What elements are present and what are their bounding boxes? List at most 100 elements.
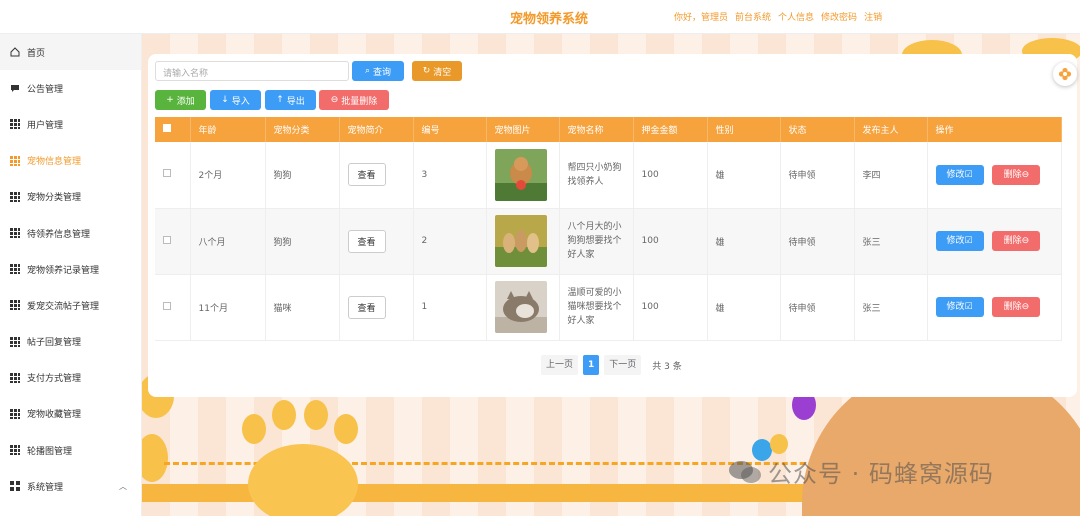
column-header: 状态	[780, 117, 855, 142]
app-title: 宠物领养系统	[510, 12, 589, 27]
paw-decoration	[248, 444, 358, 516]
row-select-cell	[155, 274, 191, 341]
view-button[interactable]: 查看	[347, 295, 386, 319]
actions-cell: 修改☑ 删除⊖	[927, 142, 1062, 209]
minus-circle-icon: ⊖	[1021, 169, 1030, 180]
floating-settings-button[interactable]	[1053, 62, 1077, 86]
select-all-header[interactable]	[155, 117, 191, 142]
view-button[interactable]: 查看	[347, 229, 386, 253]
status-cell: 待申领	[780, 274, 855, 341]
frontend-link[interactable]: 前台系统	[735, 10, 771, 23]
sidebar-item-label: 宠物分类管理	[27, 193, 82, 204]
grid-icon	[10, 119, 20, 130]
edit-icon: ☑	[964, 169, 973, 180]
search-input[interactable]: 请输入名称	[155, 61, 349, 81]
sidebar-item-label: 用户管理	[27, 120, 64, 131]
import-button[interactable]: ↓ 导入	[210, 90, 261, 110]
grid-icon	[10, 155, 20, 166]
next-page-button[interactable]: 下一页	[604, 355, 642, 375]
row-checkbox[interactable]	[163, 235, 171, 244]
delete-label: 删除	[1003, 169, 1022, 180]
profile-link[interactable]: 个人信息	[778, 10, 814, 23]
sidebar-item-users[interactable]: 用户管理	[0, 106, 141, 142]
pet-image[interactable]	[494, 215, 547, 267]
sidebar-item-home[interactable]: 首页	[0, 34, 141, 71]
image-cell	[486, 142, 560, 209]
minus-circle-icon: ⊖	[1021, 236, 1030, 246]
delete-button[interactable]: 删除⊖	[992, 164, 1041, 185]
sidebar-item-post-replies[interactable]: 帖子回复管理	[0, 324, 141, 360]
arrow-up-icon: ↑	[276, 95, 284, 105]
sidebar-item-pet-info[interactable]: 宠物信息管理	[0, 143, 141, 179]
edit-button[interactable]: 修改☑	[935, 231, 984, 251]
add-button[interactable]: + 添加	[155, 90, 206, 110]
logout-link[interactable]: 注销	[864, 10, 882, 23]
grid-icon	[10, 191, 20, 202]
grid-icon	[10, 264, 20, 275]
total-count: 共 3 条	[652, 361, 682, 372]
name-cell: 八个月大的小狗狗想要找个好人家	[559, 208, 634, 275]
select-all-checkbox[interactable]	[163, 124, 171, 132]
pagination: 上一页 1 下一页 共 3 条	[541, 355, 682, 375]
change-password-link[interactable]: 修改密码	[821, 10, 857, 23]
edit-button[interactable]: 修改☑	[935, 297, 984, 317]
delete-button[interactable]: 删除⊖	[992, 297, 1041, 317]
query-button[interactable]: ⌕ 查询	[352, 61, 404, 81]
id-cell: 2	[413, 208, 487, 275]
sidebar-item-label: 公告管理	[27, 84, 64, 95]
category-cell: 狗狗	[265, 142, 340, 209]
page-number-current[interactable]: 1	[583, 355, 600, 375]
sidebar-item-pet-category[interactable]: 宠物分类管理	[0, 179, 141, 215]
grid-icon	[10, 408, 20, 419]
intro-cell: 查看	[339, 142, 414, 209]
column-header: 宠物简介	[339, 117, 414, 142]
image-cell	[486, 274, 560, 341]
sidebar-item-system[interactable]: 系统管理 ︿	[0, 468, 141, 504]
main-panel: 请输入名称 ⌕ 查询 ↻ 清空 + 添加 ↓ 导入 ↑ 导出 ⊖ 批量删除 年龄…	[148, 54, 1077, 397]
clear-button[interactable]: ↻ 清空	[412, 61, 462, 81]
column-header: 操作	[927, 117, 1062, 142]
row-checkbox[interactable]	[163, 169, 171, 178]
view-button[interactable]: 查看	[347, 163, 386, 187]
sidebar-item-pending-adoption[interactable]: 待领养信息管理	[0, 215, 141, 251]
column-header: 宠物名称	[559, 117, 634, 142]
sidebar-item-label: 宠物收藏管理	[27, 410, 82, 421]
edit-label: 修改	[946, 236, 965, 246]
delete-label: 删除	[1003, 302, 1022, 312]
sidebar-item-payment-methods[interactable]: 支付方式管理	[0, 360, 141, 396]
row-checkbox[interactable]	[163, 301, 171, 310]
sidebar-item-notice[interactable]: 公告管理	[0, 70, 141, 106]
column-header: 年龄	[190, 117, 266, 142]
export-button[interactable]: ↑ 导出	[265, 90, 316, 110]
sidebar-item-forum-posts[interactable]: 爱宠交流帖子管理	[0, 287, 141, 323]
actions-cell: 修改☑ 删除⊖	[927, 274, 1062, 341]
sidebar-item-favorites[interactable]: 宠物收藏管理	[0, 396, 141, 432]
intro-cell: 查看	[339, 208, 414, 275]
column-header: 宠物图片	[486, 117, 560, 142]
greeting-text: 你好，管理员	[674, 13, 729, 23]
owner-cell: 张三	[854, 208, 928, 275]
sidebar-item-label: 首页	[27, 48, 46, 59]
pet-image[interactable]	[494, 148, 547, 201]
row-select-cell	[155, 208, 191, 275]
table-row: 2个月 狗狗 查看 3 帮四只小奶狗找领养人 100 雄 待申领 李四 修改☑ …	[155, 142, 1062, 209]
age-cell: 11个月	[190, 274, 266, 341]
grid-icon	[10, 300, 20, 311]
refresh-icon: ↻	[422, 66, 431, 76]
age-cell: 八个月	[190, 208, 266, 275]
sidebar-item-adoption-records[interactable]: 宠物领养记录管理	[0, 251, 141, 287]
sidebar-item-label: 宠物领养记录管理	[27, 265, 100, 276]
prev-page-button[interactable]: 上一页	[541, 355, 579, 375]
intro-cell: 查看	[339, 274, 414, 341]
sidebar-item-label: 支付方式管理	[27, 374, 82, 385]
grid-icon	[10, 336, 20, 347]
batch-delete-button[interactable]: ⊖ 批量删除	[319, 90, 389, 110]
sidebar-item-carousel[interactable]: 轮播图管理	[0, 432, 141, 468]
status-cell: 待申领	[780, 208, 855, 275]
home-icon	[10, 47, 20, 57]
edit-button[interactable]: 修改☑	[935, 164, 984, 185]
minus-circle-icon: ⊖	[330, 95, 339, 105]
pet-table: 年龄 宠物分类 宠物简介 编号 宠物图片 宠物名称 押金金额 性别 状态 发布主…	[155, 117, 1062, 341]
delete-button[interactable]: 删除⊖	[992, 231, 1041, 251]
pet-image[interactable]	[494, 281, 547, 333]
